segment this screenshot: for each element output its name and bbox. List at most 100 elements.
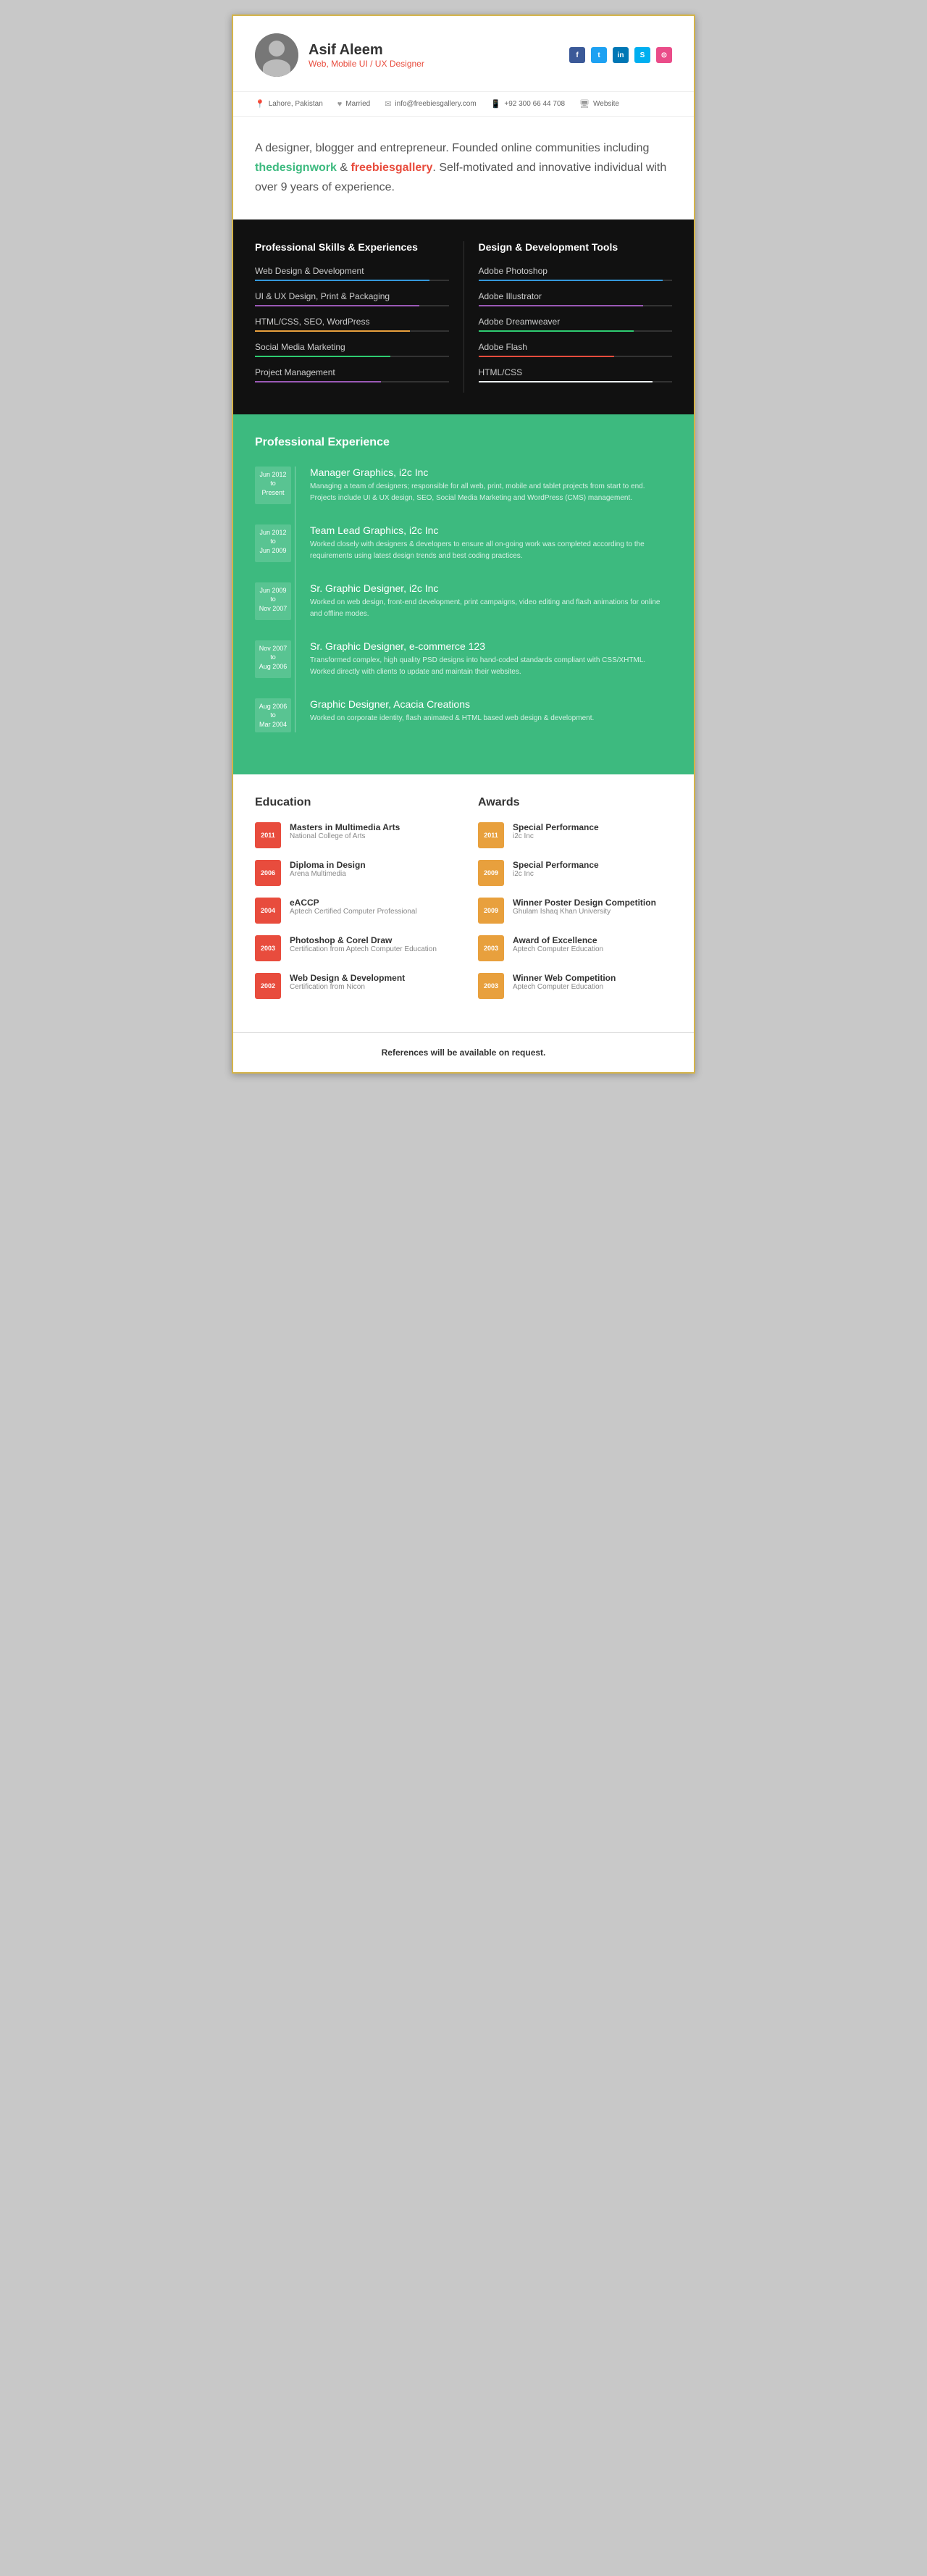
award-item: 2009 Special Performance i2c Inc (478, 860, 672, 886)
job-company: Acacia Creations (391, 698, 470, 710)
award-text: Award of Excellence Aptech Computer Educ… (513, 935, 603, 953)
edu-text: Photoshop & Corel Draw Certification fro… (290, 935, 437, 953)
bio-highlight-2[interactable]: freebiesgallery (351, 162, 432, 174)
tool-bar-fill (479, 330, 634, 332)
date-bot: Nov 2007 (259, 605, 288, 612)
job-date: Jun 2012 to Jun 2009 (255, 524, 291, 562)
job-company: i2c Inc (396, 467, 428, 478)
date-mid: to (270, 538, 276, 545)
job-date: Nov 2007 to Aug 2006 (255, 640, 291, 678)
job-title: Graphic Designer, Acacia Creations (310, 698, 672, 710)
phone-icon: 📱 (491, 99, 501, 109)
award-item: 2003 Award of Excellence Aptech Computer… (478, 935, 672, 961)
award-text: Winner Web Competition Aptech Computer E… (513, 973, 616, 991)
experience-title: Professional Experience (255, 436, 672, 449)
skill-item: HTML/CSS, SEO, WordPress (255, 317, 449, 332)
edu-text: eACCP Aptech Certified Computer Professi… (290, 898, 417, 916)
header-left: Asif Aleem Web, Mobile UI / UX Designer (255, 33, 424, 77)
tool-name: Adobe Illustrator (479, 291, 673, 301)
bio-text-mid: & (337, 162, 351, 174)
timeline-item: Jun 2009 to Nov 2007 Sr. Graphic Designe… (255, 582, 672, 620)
skype-icon[interactable]: S (634, 47, 650, 63)
skill-bar-fill (255, 280, 429, 281)
award-year: 2011 (478, 822, 504, 848)
tool-name: Adobe Dreamweaver (479, 317, 673, 327)
tool-bar-fill (479, 356, 614, 357)
bio-highlight-1[interactable]: thedesignwork (255, 162, 337, 174)
social-icons-group: f t in S ⊙ (569, 47, 672, 63)
date-top: Jun 2012 (259, 529, 286, 536)
education-col: Education 2011 Masters in Multimedia Art… (255, 796, 464, 1011)
job-desc: Worked on web design, front-end developm… (310, 597, 672, 620)
edu-item: 2002 Web Design & Development Certificat… (255, 973, 449, 999)
tool-item: HTML/CSS (479, 367, 673, 382)
job-date: Aug 2006 to Mar 2004 (255, 698, 291, 733)
awards-title: Awards (478, 796, 672, 809)
job-desc: Managing a team of designers; responsibl… (310, 481, 672, 504)
job-content: Team Lead Graphics, i2c Inc Worked close… (303, 524, 672, 562)
date-top: Jun 2012 (259, 471, 286, 478)
timeline: Jun 2012 to Present Manager Graphics, i2… (255, 467, 672, 733)
skills-section-title: Professional Skills & Experiences (255, 241, 449, 253)
edu-institution: National College of Arts (290, 832, 400, 840)
bio-section: A designer, blogger and entrepreneur. Fo… (233, 117, 694, 219)
linkedin-icon[interactable]: in (613, 47, 629, 63)
award-institution: i2c Inc (513, 870, 599, 878)
email-meta: ✉ info@freebiesgallery.com (385, 99, 476, 109)
skill-bar-fill (255, 381, 381, 382)
skill-bar (255, 280, 449, 281)
twitter-icon[interactable]: t (591, 47, 607, 63)
education-title: Education (255, 796, 449, 809)
job-date: Jun 2012 to Present (255, 467, 291, 504)
skill-bar (255, 381, 449, 382)
professional-skills-col: Professional Skills & Experiences Web De… (255, 241, 464, 393)
edu-year: 2003 (255, 935, 281, 961)
job-title: Manager Graphics, i2c Inc (310, 467, 672, 478)
phone-text: +92 300 66 44 708 (504, 100, 565, 108)
award-item: 2009 Winner Poster Design Competition Gh… (478, 898, 672, 924)
name-block: Asif Aleem Web, Mobile UI / UX Designer (309, 42, 424, 69)
job-company: i2c Inc (406, 524, 438, 536)
experience-section: Professional Experience Jun 2012 to Pres… (233, 414, 694, 775)
skills-section: Professional Skills & Experiences Web De… (233, 219, 694, 414)
job-title-text: Sr. Graphic Designer, (310, 582, 406, 594)
facebook-icon[interactable]: f (569, 47, 585, 63)
date-top: Aug 2006 (259, 703, 288, 710)
job-title-text: Sr. Graphic Designer, (310, 640, 406, 652)
skill-name: UI & UX Design, Print & Packaging (255, 291, 449, 301)
award-item: 2011 Special Performance i2c Inc (478, 822, 672, 848)
edu-degree: Web Design & Development (290, 973, 405, 983)
edu-item: 2006 Diploma in Design Arena Multimedia (255, 860, 449, 886)
dribbble-icon[interactable]: ⊙ (656, 47, 672, 63)
award-institution: Aptech Computer Education (513, 945, 603, 953)
monitor-icon: 🖥 (579, 99, 590, 109)
resume-container: Asif Aleem Web, Mobile UI / UX Designer … (232, 14, 695, 1074)
edu-item: 2004 eACCP Aptech Certified Computer Pro… (255, 898, 449, 924)
edu-year: 2011 (255, 822, 281, 848)
job-company: e-commerce 123 (406, 640, 485, 652)
job-title: Web, Mobile UI / UX Designer (309, 59, 424, 69)
tools-col: Design & Development Tools Adobe Photosh… (464, 241, 673, 393)
tool-bar-fill (479, 305, 643, 306)
email-text: info@freebiesgallery.com (395, 100, 476, 108)
award-text: Winner Poster Design Competition Ghulam … (513, 898, 656, 916)
date-top: Nov 2007 (259, 645, 288, 652)
tool-bar (479, 381, 673, 382)
skill-item: Web Design & Development (255, 266, 449, 281)
award-name: Award of Excellence (513, 935, 603, 945)
awards-col: Awards 2011 Special Performance i2c Inc … (464, 796, 672, 1011)
marital-text: Married (345, 100, 370, 108)
skill-item: Project Management (255, 367, 449, 382)
job-title-text: Graphic Designer, (310, 698, 391, 710)
tool-bar (479, 280, 673, 281)
footer-text: References will be available on request. (255, 1047, 672, 1058)
date-mid: to (270, 653, 276, 661)
location-icon: 📍 (255, 99, 265, 109)
award-name: Winner Web Competition (513, 973, 616, 983)
edu-year: 2002 (255, 973, 281, 999)
job-title-text: Team Lead Graphics, (310, 524, 406, 536)
bio-text: A designer, blogger and entrepreneur. Fo… (255, 138, 672, 198)
edu-year: 2006 (255, 860, 281, 886)
tool-item: Adobe Illustrator (479, 291, 673, 306)
tool-bar-fill (479, 381, 653, 382)
